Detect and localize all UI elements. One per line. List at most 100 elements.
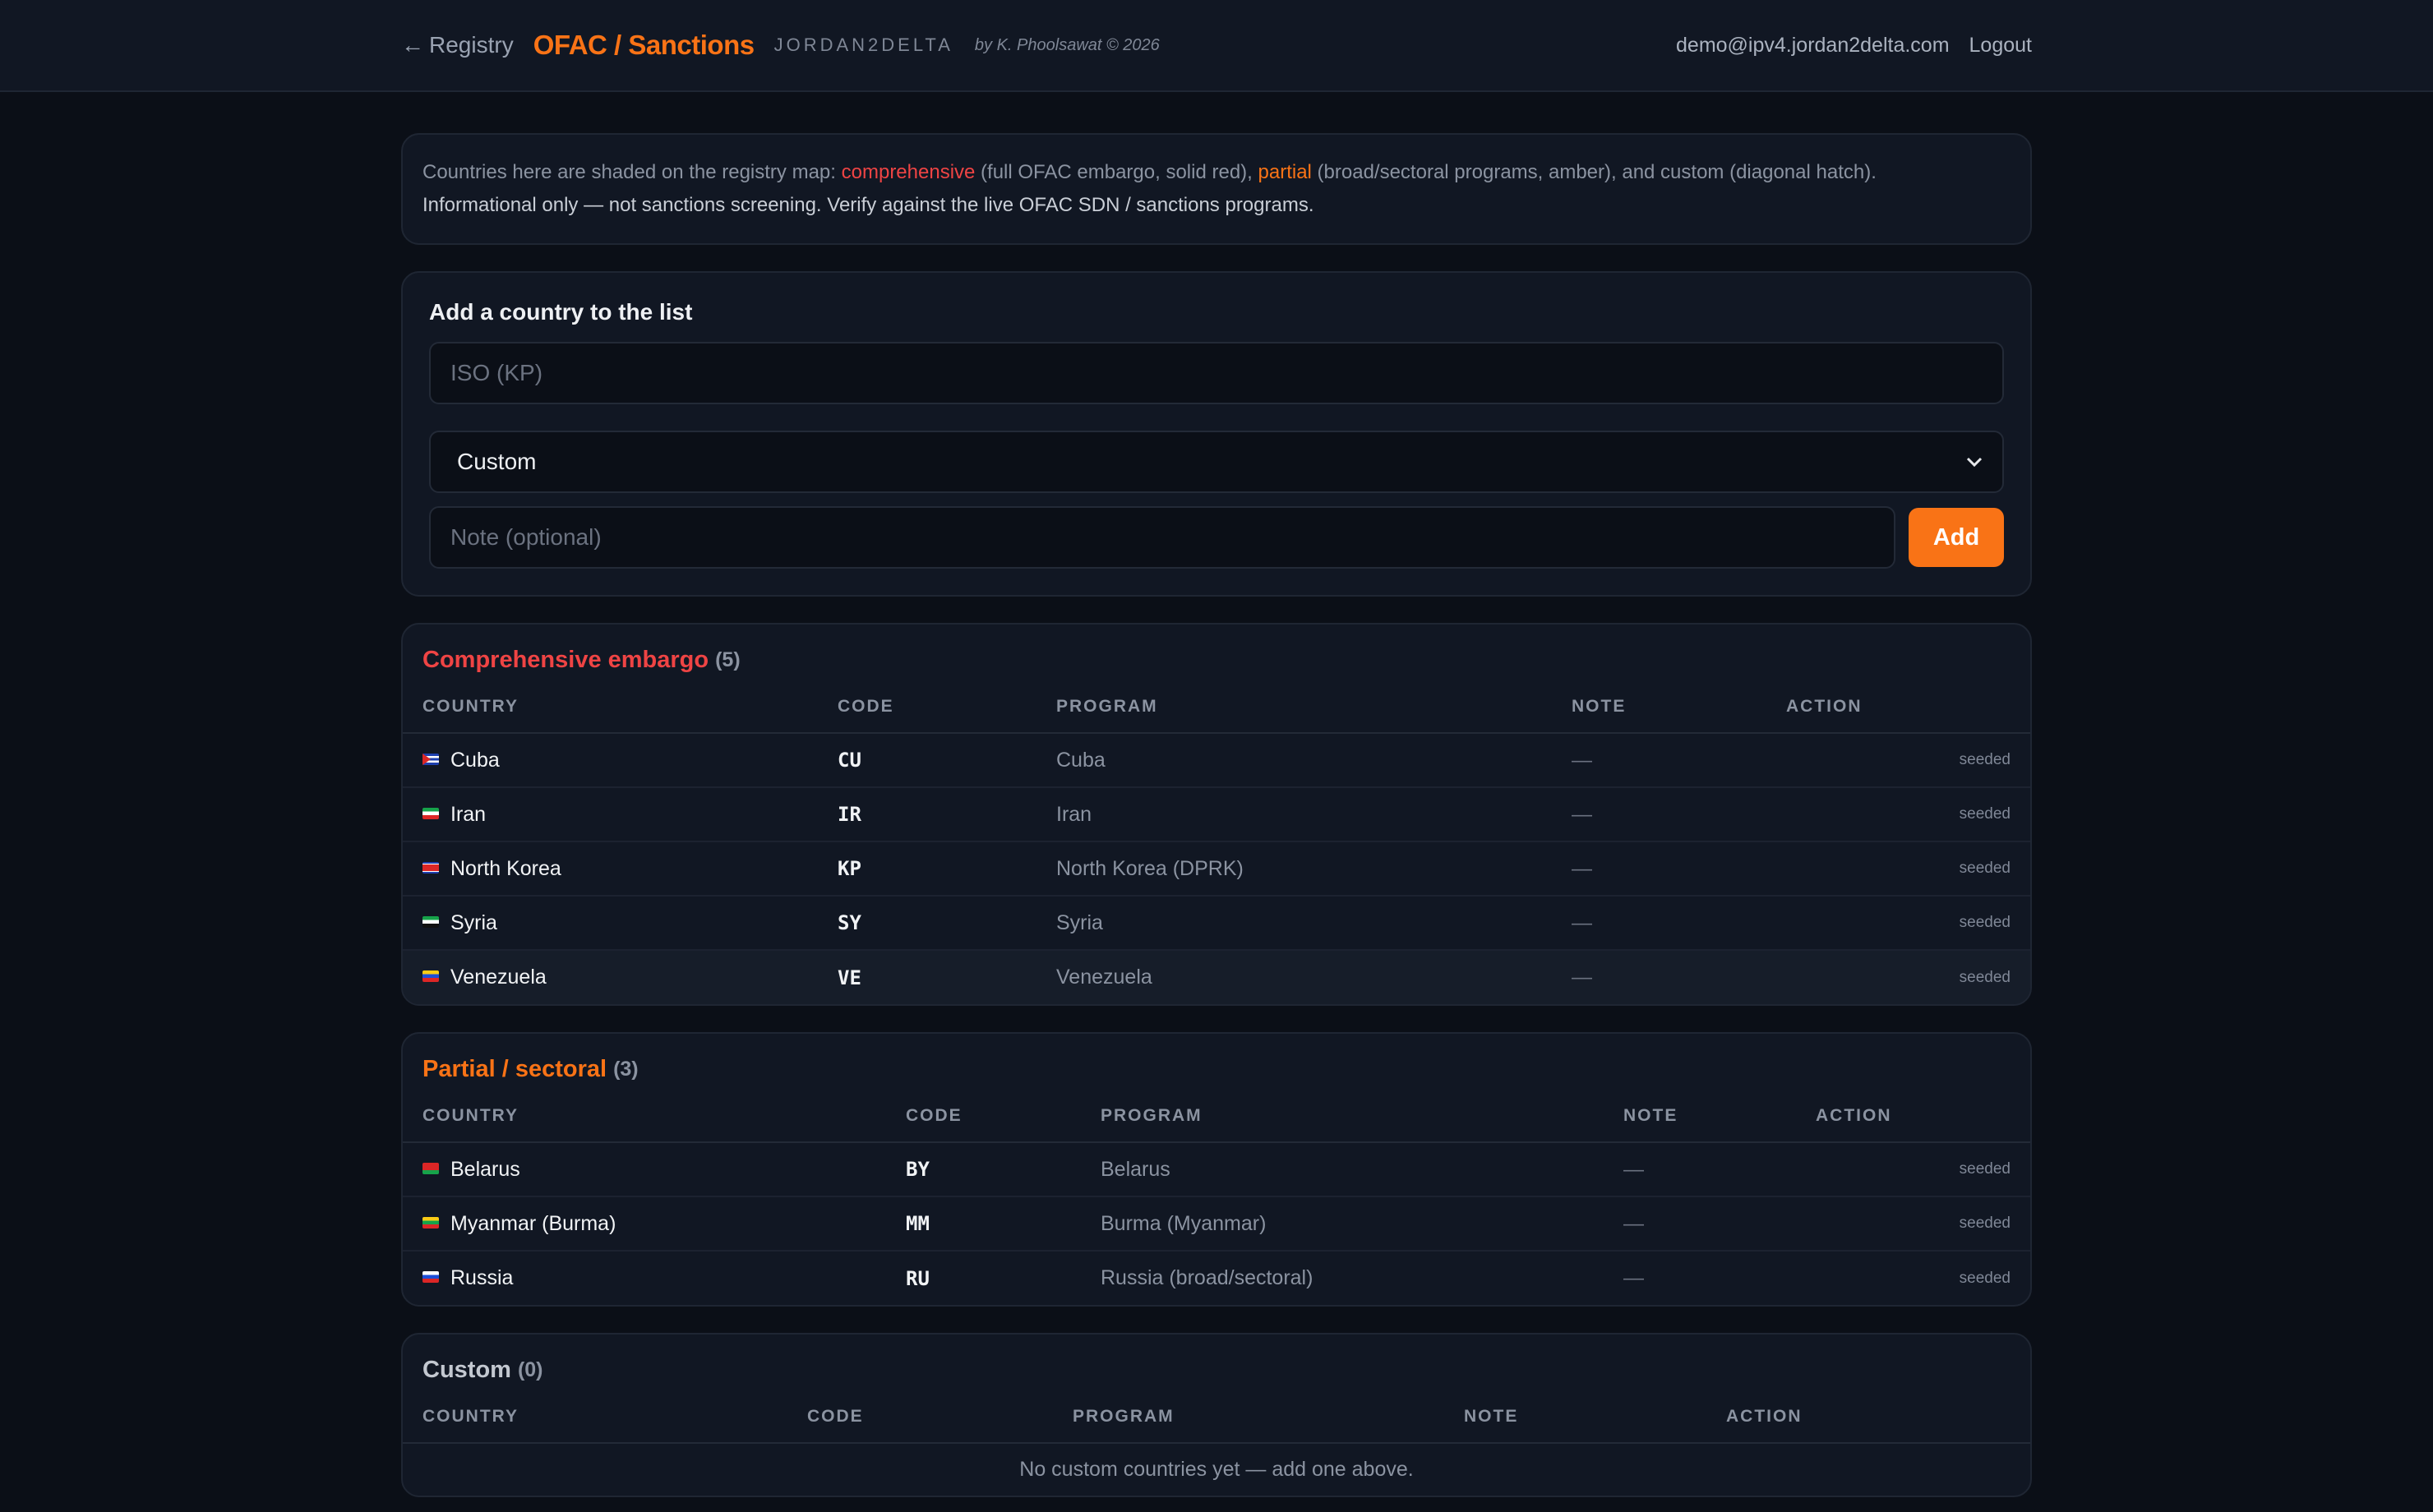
section-header: Partial / sectoral (3) (403, 1034, 2030, 1090)
note-cell: — (1552, 950, 1766, 1004)
comprehensive-highlight: comprehensive (841, 161, 976, 183)
col-code: CODE (787, 1390, 1053, 1444)
code-cell: IR (818, 787, 1036, 842)
category-select[interactable]: Custom (429, 431, 2004, 493)
iso-code-input[interactable] (429, 342, 2004, 404)
action-cell: seeded (1796, 1196, 2030, 1252)
col-action: ACTION (1766, 680, 2030, 734)
country-cell: Cuba (403, 733, 818, 788)
table-row: Iran IR Iran — seeded (403, 787, 2030, 842)
flag-sy-icon (422, 915, 439, 928)
page-title: OFAC / Sanctions (533, 30, 755, 60)
note-cell: — (1623, 1266, 1644, 1289)
top-bar: ← Registry OFAC / Sanctions JORDAN2DELTA… (0, 0, 2433, 92)
program-cell: Belarus (1081, 1142, 1604, 1197)
col-action: ACTION (1796, 1090, 2030, 1143)
section-count: (3) (613, 1057, 639, 1081)
code-cell: CU (818, 733, 1036, 788)
info-notice: Countries here are shaded on the registr… (401, 133, 2032, 245)
action-cell: seeded (1959, 1269, 2011, 1287)
add-button[interactable]: Add (1909, 508, 2004, 567)
note-cell: — (1604, 1142, 1796, 1197)
custom-table: COUNTRY CODE PROGRAM NOTE ACTION No cust… (403, 1390, 2030, 1496)
table-row: Syria SY Syria — seeded (403, 896, 2030, 951)
program-cell: Burma (Myanmar) (1081, 1196, 1604, 1252)
flag-mm-icon (422, 1216, 439, 1228)
action-cell: seeded (1766, 733, 2030, 788)
note-cell: — (1552, 896, 1766, 951)
country-name: Myanmar (Burma) (450, 1211, 616, 1235)
action-cell: seeded (1766, 787, 2030, 842)
flag-ir-icon (422, 807, 439, 819)
col-code: CODE (818, 680, 1036, 734)
country-cell: Venezuela (403, 950, 818, 1004)
brand-name: JORDAN2DELTA (773, 35, 953, 55)
back-to-registry-link[interactable]: ← Registry (401, 32, 514, 58)
col-program: PROGRAM (1081, 1090, 1604, 1143)
country-name: Iran (450, 802, 487, 826)
col-code: CODE (886, 1090, 1081, 1143)
note-cell: — (1552, 841, 1766, 897)
action-cell: seeded (1766, 896, 2030, 951)
program-cell: Iran (1036, 787, 1552, 842)
code-cell: BY (886, 1142, 1081, 1197)
section-title: Custom (422, 1356, 511, 1383)
table-row: Belarus BY Belarus — seeded (403, 1142, 2030, 1197)
country-cell: Myanmar (Burma) (403, 1196, 886, 1252)
table-row: North Korea KP North Korea (DPRK) — seed… (403, 841, 2030, 897)
empty-state-text: No custom countries yet — add one above. (1019, 1458, 1414, 1481)
arrow-left-icon: ← (401, 32, 424, 58)
code-cell: KP (818, 841, 1036, 897)
section-count: (0) (517, 1358, 543, 1381)
program-cell: Russia (broad/sectoral) (1101, 1266, 1313, 1289)
country-cell: Syria (403, 896, 818, 951)
action-cell: seeded (1766, 841, 2030, 897)
country-cell: Belarus (403, 1142, 886, 1197)
byline: by K. Phoolsawat © 2026 (974, 35, 1160, 54)
code-cell: MM (886, 1196, 1081, 1252)
country-name: Cuba (450, 748, 500, 772)
section-title: Partial / sectoral (422, 1055, 607, 1082)
col-program: PROGRAM (1053, 1390, 1444, 1444)
note-cell: — (1552, 787, 1766, 842)
note-input[interactable] (429, 506, 1895, 569)
col-note: NOTE (1604, 1090, 1796, 1143)
country-name: Venezuela (450, 966, 547, 989)
chevron-down-icon (1966, 451, 1983, 472)
section-header: Comprehensive embargo (5) (403, 625, 2030, 680)
col-action: ACTION (1706, 1390, 2030, 1444)
note-cell: — (1552, 733, 1766, 788)
action-cell: seeded (1766, 950, 2030, 1004)
table-row: Russia RU Russia (broad/sectoral) — seed… (403, 1251, 2030, 1305)
back-link-label: Registry (429, 32, 514, 58)
partial-table: COUNTRY CODE PROGRAM NOTE ACTION Belarus… (403, 1090, 2030, 1305)
category-selected-value: Custom (457, 449, 537, 474)
info-prefix: Countries here are shaded on the registr… (422, 161, 842, 183)
col-note: NOTE (1552, 680, 1766, 734)
info-line-1: Countries here are shaded on the registr… (422, 156, 2011, 189)
program-cell: Syria (1036, 896, 1552, 951)
add-country-form: Add a country to the list Custom Add (401, 271, 2032, 597)
country-name: North Korea (450, 856, 561, 880)
partial-highlight: partial (1258, 161, 1312, 183)
col-program: PROGRAM (1036, 680, 1552, 734)
flag-kp-icon (422, 861, 439, 874)
note-cell: — (1604, 1196, 1796, 1252)
code-cell: SY (818, 896, 1036, 951)
flag-ru-icon (422, 1271, 439, 1284)
action-cell: seeded (1796, 1142, 2030, 1197)
user-email: demo@ipv4.jordan2delta.com (1676, 33, 1950, 57)
country-cell: North Korea (403, 841, 818, 897)
table-row: Myanmar (Burma) MM Burma (Myanmar) — see… (403, 1196, 2030, 1252)
add-form-title: Add a country to the list (429, 299, 693, 325)
empty-row: No custom countries yet — add one above. (403, 1443, 2030, 1496)
comprehensive-table: COUNTRY CODE PROGRAM NOTE ACTION Cuba CU… (403, 680, 2030, 1004)
partial-sectoral-section: Partial / sectoral (3) COUNTRY CODE PROG… (401, 1032, 2032, 1307)
col-note: NOTE (1444, 1390, 1706, 1444)
country-name: Belarus (450, 1157, 520, 1181)
section-count: (5) (715, 648, 741, 671)
country-name: Russia (450, 1266, 514, 1289)
logout-link[interactable]: Logout (1969, 34, 2032, 58)
comprehensive-embargo-section: Comprehensive embargo (5) COUNTRY CODE P… (401, 623, 2032, 1006)
country-cell: Russia (403, 1251, 886, 1305)
